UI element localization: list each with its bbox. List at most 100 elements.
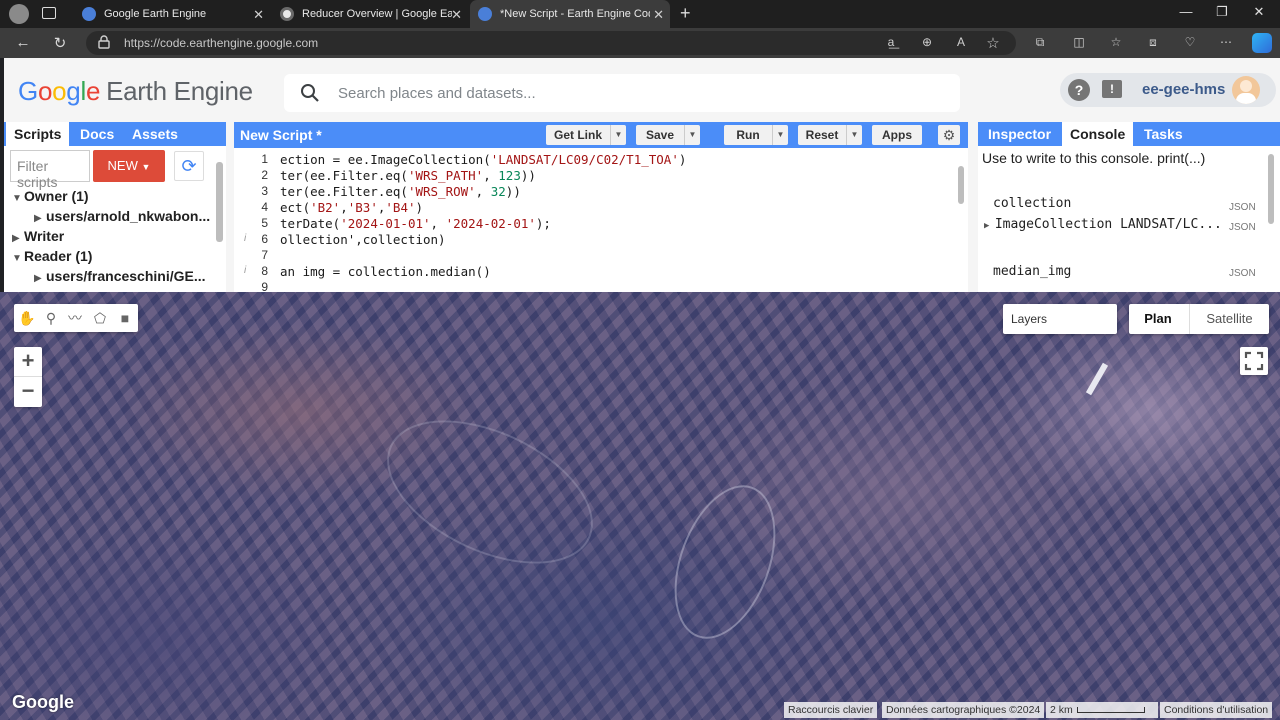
info-marker-icon[interactable]: i (244, 233, 246, 244)
browser-tab-3-active[interactable]: *New Script - Earth Engine Code ✕ (470, 0, 670, 28)
tab-actions-icon[interactable] (42, 7, 56, 19)
left-panel-tabs: Scripts Docs Assets (4, 122, 226, 146)
google-map-logo: Google (12, 692, 74, 712)
search-bar[interactable]: Search places and datasets... (284, 74, 960, 112)
line-icon[interactable]: 〰 (66, 309, 84, 327)
json-button[interactable]: JSON (1229, 202, 1256, 213)
editor-vertical-scrollbar[interactable] (958, 166, 964, 204)
close-window-icon[interactable]: ✕ (1249, 4, 1269, 20)
tab-assets[interactable]: Assets (124, 122, 186, 146)
url-field[interactable]: https://code.earthengine.google.com a͟ ⊕… (86, 31, 1016, 55)
collections-icon[interactable]: ⧈ (1144, 35, 1162, 50)
read-aloud-icon[interactable]: a͟ (882, 35, 900, 49)
chevron-down-icon[interactable]: ▼ (772, 125, 788, 145)
plan-button[interactable]: Plan (1129, 304, 1187, 334)
map-type-control: Plan Satellite (1129, 304, 1269, 334)
more-menu-icon[interactable]: ⋯ (1217, 35, 1235, 49)
new-script-button[interactable]: NEW ▼ (93, 150, 165, 182)
browser-tab-2[interactable]: Reducer Overview | Google Eart ✕ (272, 0, 468, 28)
marker-icon[interactable]: ⚲ (42, 309, 60, 327)
chevron-down-icon[interactable]: ▼ (610, 125, 626, 145)
logo-letter: o (37, 76, 53, 106)
feedback-icon[interactable]: ! (1102, 80, 1122, 98)
avatar[interactable] (1232, 76, 1260, 104)
browser-tab-1[interactable]: Google Earth Engine ✕ (74, 0, 270, 28)
text-icon[interactable]: A (952, 35, 970, 49)
extensions-icon[interactable]: ⧉ (1031, 35, 1049, 50)
get-link-button[interactable]: Get Link ▼ (546, 125, 626, 145)
back-icon[interactable]: ← (14, 34, 32, 51)
code-line[interactable]: terDate('2024-01-01', '2024-02-01'); (280, 216, 551, 231)
refresh-icon[interactable]: ⟳ (174, 151, 204, 181)
code-line[interactable]: ter(ee.Filter.eq('WRS_ROW', 32)) (280, 184, 521, 199)
close-tab-icon[interactable]: ✕ (451, 7, 462, 23)
reset-button[interactable]: Reset ▼ (798, 125, 862, 145)
pan-hand-icon[interactable]: ✋ (18, 309, 36, 327)
code-line[interactable]: ollection',collection) (280, 232, 446, 247)
tree-folder-owner[interactable]: ▼ Owner (1) (12, 188, 89, 204)
tab-scripts[interactable]: Scripts (6, 122, 70, 146)
zoom-in-button[interactable]: + (14, 347, 42, 377)
chevron-down-icon[interactable]: ▼ (684, 125, 700, 145)
zoom-icon[interactable]: ⊕ (918, 35, 936, 49)
tree-item-franceschini[interactable]: ▶ users/franceschini/GE... (34, 268, 210, 284)
tab-console[interactable]: Console (1062, 122, 1134, 146)
zoom-out-button[interactable]: − (14, 377, 42, 407)
tree-label: Writer (24, 228, 65, 244)
search-input[interactable]: Search places and datasets... (338, 85, 536, 102)
project-name[interactable]: ee-gee-hms (1142, 81, 1225, 98)
terms-link[interactable]: Conditions d'utilisation (1160, 702, 1273, 718)
tab-inspector[interactable]: Inspector (980, 122, 1059, 146)
tree-folder-reader[interactable]: ▼ Reader (1) (12, 248, 92, 264)
split-screen-icon[interactable]: ◫ (1070, 35, 1088, 49)
code-line[interactable]: ect('B2','B3','B4') (280, 200, 423, 215)
code-line[interactable]: ection = ee.ImageCollection('LANDSAT/LC0… (280, 152, 686, 167)
satellite-button[interactable]: Satellite (1189, 304, 1269, 334)
apps-button[interactable]: Apps (872, 125, 922, 145)
health-icon[interactable]: ♡ (1181, 35, 1199, 49)
favorite-star-icon[interactable]: ☆ (984, 34, 1002, 52)
map-view[interactable]: ✋ ⚲ 〰 ⬠ ■ + − Layers Plan Satellite Goog… (0, 292, 1280, 720)
favorites-icon[interactable]: ☆ (1107, 35, 1125, 49)
reload-icon[interactable]: ↻ (51, 34, 69, 52)
info-marker-icon[interactable]: i (244, 265, 246, 276)
keyboard-shortcuts-link[interactable]: Raccourcis clavier (784, 702, 878, 718)
tab-docs[interactable]: Docs (72, 122, 122, 146)
fullscreen-icon[interactable] (1240, 347, 1268, 375)
tree-item-arnold[interactable]: ▶ users/arnold_nkwabon... (34, 208, 210, 224)
save-button[interactable]: Save ▼ (636, 125, 700, 145)
console-entry-label: ImageCollection LANDSAT/LC... (994, 217, 1222, 232)
earth-engine-favicon-icon (478, 7, 492, 21)
json-button[interactable]: JSON (1229, 222, 1256, 233)
new-button-label: NEW (107, 158, 138, 173)
settings-gear-icon[interactable]: ⚙ (938, 125, 960, 145)
line-number: 7 (261, 248, 268, 262)
console-entry-expandable[interactable]: ▶ ImageCollection LANDSAT/LC... (984, 217, 1222, 232)
profile-icon[interactable] (9, 4, 29, 24)
tree-folder-writer[interactable]: ▶ Writer (12, 228, 64, 244)
chevron-down-icon[interactable]: ▼ (846, 125, 862, 145)
scale-bar[interactable]: 2 km (1046, 702, 1158, 718)
minimize-icon[interactable]: — (1176, 4, 1196, 19)
new-tab-icon[interactable]: + (680, 3, 691, 24)
logo-letter: e (85, 76, 101, 106)
tab-title: *New Script - Earth Engine Code (500, 8, 650, 20)
map-data-attribution[interactable]: Données cartographiques ©2024 (882, 702, 1045, 718)
scripts-scrollbar[interactable] (216, 162, 223, 242)
filter-scripts-input[interactable]: Filter scripts (10, 150, 90, 190)
layers-button[interactable]: Layers (1003, 304, 1117, 334)
run-button[interactable]: Run ▼ (724, 125, 788, 145)
close-tab-icon[interactable]: ✕ (253, 7, 264, 23)
rectangle-icon[interactable]: ■ (116, 309, 134, 327)
tab-tasks[interactable]: Tasks (1136, 122, 1191, 146)
help-icon[interactable]: ? (1068, 79, 1090, 101)
console-scrollbar[interactable] (1268, 154, 1274, 224)
code-line[interactable]: an img = collection.median() (280, 264, 491, 279)
copilot-icon[interactable] (1252, 33, 1272, 53)
polygon-icon[interactable]: ⬠ (91, 309, 109, 327)
json-button[interactable]: JSON (1229, 268, 1256, 279)
code-line[interactable]: ter(ee.Filter.eq('WRS_PATH', 123)) (280, 168, 536, 183)
line-number: 2 (261, 168, 268, 182)
maximize-icon[interactable]: ❐ (1212, 4, 1232, 20)
close-tab-icon[interactable]: ✕ (653, 7, 664, 23)
